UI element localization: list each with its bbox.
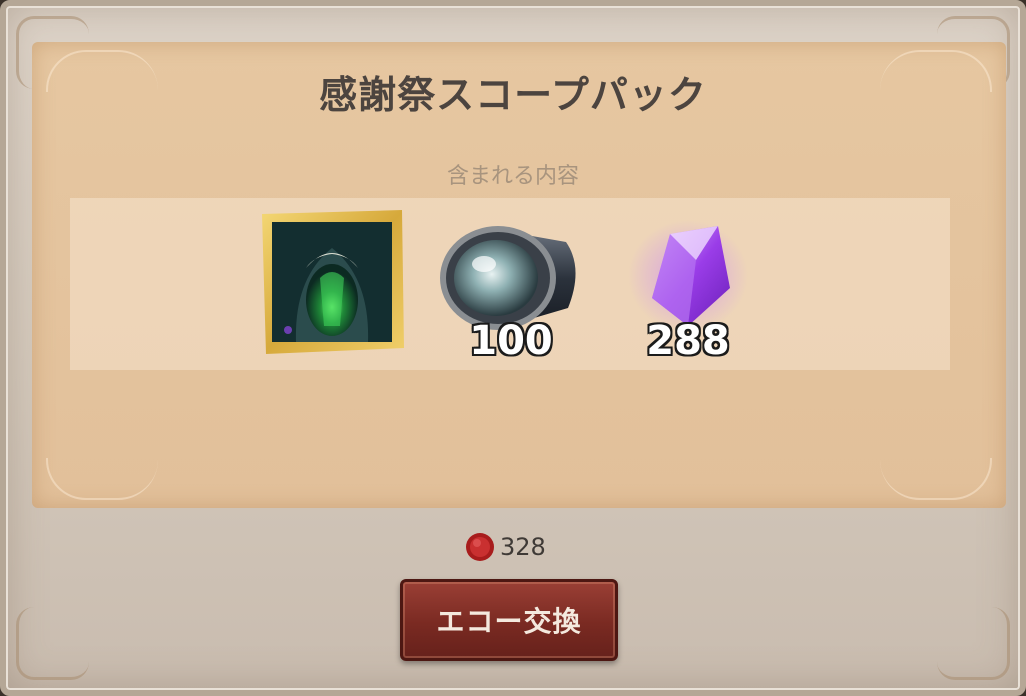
item-costume-card[interactable]: [258, 208, 408, 358]
exchange-button-label: エコー交換: [436, 605, 582, 638]
pack-title: 感謝祭スコープパック: [319, 73, 707, 117]
ornament-corner: [16, 607, 89, 680]
contents-label: 含まれる内容: [446, 164, 579, 189]
ornament-corner: [937, 607, 1010, 680]
dialog-frame: 感謝祭スコープパック 含まれる内容 100 288 328 エコー交換: [0, 0, 1026, 696]
red-echo-coin-icon: [466, 533, 494, 561]
item-count-crystal: 288: [646, 318, 730, 364]
price-value: 328: [500, 533, 546, 561]
flourish: [46, 458, 158, 500]
echo-exchange-button[interactable]: エコー交換: [400, 579, 618, 661]
character-costume-card-icon: [262, 210, 404, 354]
item-count-lens: 100: [469, 318, 553, 364]
price-display: 328: [464, 530, 546, 564]
flourish: [880, 458, 992, 500]
